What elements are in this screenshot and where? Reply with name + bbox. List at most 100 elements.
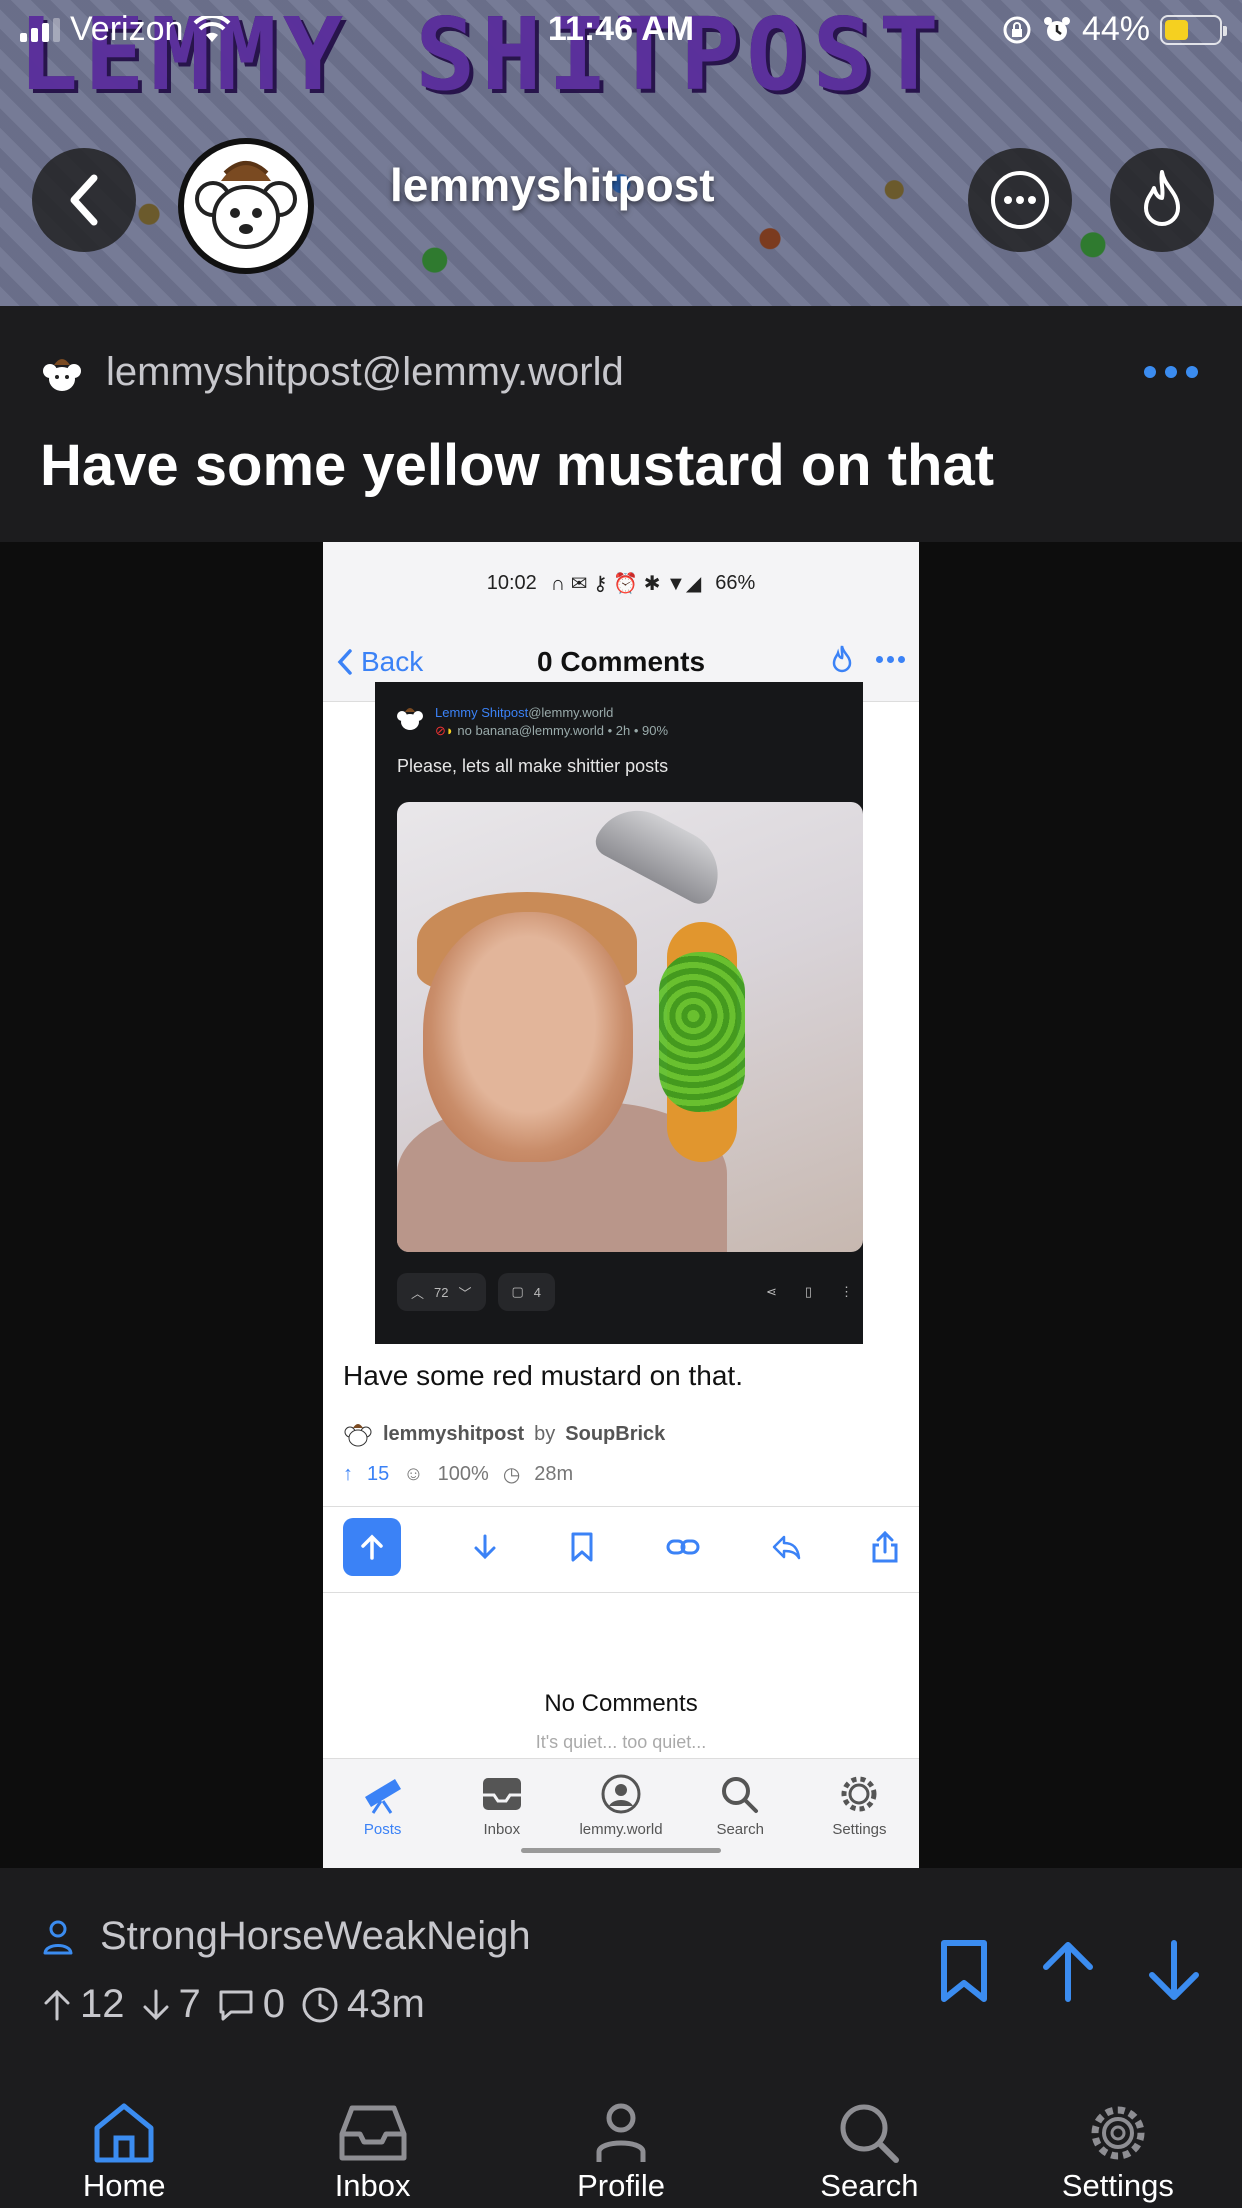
embedded-more-icon bbox=[876, 655, 905, 663]
post-community-name: lemmyshitpost@lemmy.world bbox=[106, 350, 624, 394]
embedded-link-icon bbox=[666, 1539, 700, 1555]
clock-icon bbox=[302, 1987, 338, 2022]
status-bar: Verizon 11:46 AM 44% bbox=[0, 0, 1242, 62]
embedded-byline-user: SoupBrick bbox=[565, 1422, 666, 1445]
upvote-count: 12 bbox=[80, 1982, 125, 2026]
mouse-poop-icon bbox=[195, 161, 297, 249]
ellipsis-circle-icon bbox=[991, 171, 1049, 229]
embedded-share-icon bbox=[872, 1530, 898, 1563]
inner-comments: 4 bbox=[533, 1284, 542, 1300]
inner-post-card: Lemmy Shitpost@lemmy.world ⊘◗ no banana@… bbox=[375, 682, 863, 1344]
embedded-divider-bottom bbox=[323, 1592, 919, 1593]
embedded-arrow-up-icon bbox=[361, 1534, 383, 1560]
comment-stat: 0 bbox=[217, 1982, 285, 2027]
embedded-tab-posts-label: Posts bbox=[363, 1821, 402, 1838]
inner-comment-icon: ▢ bbox=[511, 1284, 524, 1299]
inner-post-meta: Lemmy Shitpost@lemmy.world ⊘◗ no banana@… bbox=[435, 704, 668, 740]
community-info-button[interactable] bbox=[968, 148, 1072, 252]
tab-inbox[interactable]: Inbox bbox=[248, 2066, 496, 2208]
person-icon bbox=[43, 1920, 73, 1954]
embedded-action-row bbox=[343, 1518, 899, 1576]
status-right: 44% bbox=[1002, 10, 1227, 49]
inner-bookmark-icon: ▯ bbox=[804, 1284, 812, 1299]
tab-inbox-label: Inbox bbox=[334, 2168, 411, 2203]
tab-home-label: Home bbox=[82, 2168, 166, 2203]
post-author[interactable]: StrongHorseWeakNeigh bbox=[42, 1914, 531, 1959]
embedded-profile-icon bbox=[601, 1774, 641, 1814]
inner-user: no banana bbox=[457, 723, 519, 738]
inner-post-header: Lemmy Shitpost@lemmy.world ⊘◗ no banana@… bbox=[395, 704, 668, 740]
post-actions bbox=[936, 1938, 1204, 2004]
inner-share-icon: ⋖ bbox=[765, 1284, 777, 1299]
post-community-link[interactable]: lemmyshitpost@lemmy.world bbox=[40, 350, 624, 395]
post-stats: 12 7 0 43m bbox=[42, 1982, 425, 2027]
embedded-inbox-icon bbox=[482, 1778, 521, 1810]
embedded-score: 15 bbox=[367, 1463, 390, 1485]
banana-icon: ◗ bbox=[445, 723, 454, 738]
embedded-status-battery: 66% bbox=[715, 571, 756, 594]
downvote-icon[interactable] bbox=[1144, 1939, 1204, 2003]
post-header: lemmyshitpost@lemmy.world Have some yell… bbox=[0, 306, 1242, 542]
downvote-stat: 7 bbox=[141, 1982, 201, 2027]
post-image-area[interactable]: 10:02 ∩ ✉ ⚷ ⏰ ✱ ▼◢ 66% Back 0 Comments L… bbox=[0, 542, 1242, 1868]
alarm-icon bbox=[1043, 16, 1070, 41]
embedded-tab-posts: Posts bbox=[323, 1759, 442, 1868]
inner-comment-pill: ▢ 4 bbox=[497, 1273, 556, 1311]
tab-home[interactable]: Home bbox=[0, 2066, 248, 2208]
embedded-nav-icons bbox=[830, 644, 905, 674]
embedded-smile-icon: ☺ bbox=[403, 1463, 424, 1485]
face-shape bbox=[423, 912, 633, 1162]
embedded-no-comments: No Comments bbox=[544, 1690, 698, 1717]
inner-user-meta: @lemmy.world • 2h • 90% bbox=[518, 723, 669, 738]
post-more-button[interactable] bbox=[1144, 366, 1198, 378]
battery-fill bbox=[1165, 19, 1188, 40]
embedded-quiet-text: It's quiet... too quiet... bbox=[535, 1732, 707, 1752]
inbox-icon bbox=[339, 2105, 407, 2161]
inner-post-text: Please, lets all make shittier posts bbox=[397, 756, 669, 776]
inner-avatar-icon bbox=[397, 708, 423, 730]
upvote-icon[interactable] bbox=[1038, 1939, 1098, 2003]
upvote-stat: 12 bbox=[42, 1982, 125, 2027]
inner-right-icons: ⋖ ▯ ⋮ bbox=[766, 1284, 853, 1300]
tab-search[interactable]: Search bbox=[745, 2066, 993, 2208]
embedded-tab-settings-label: Settings bbox=[832, 1821, 887, 1838]
tab-settings[interactable]: Settings bbox=[994, 2066, 1242, 2208]
no-entry-icon: ⊘ bbox=[435, 723, 446, 738]
community-avatar bbox=[178, 138, 314, 274]
chevron-left-icon bbox=[70, 174, 98, 226]
embedded-ratio: 100% bbox=[437, 1463, 489, 1485]
back-button[interactable] bbox=[32, 148, 136, 252]
bookmark-icon[interactable] bbox=[936, 1938, 992, 2004]
community-name: lemmyshitpost bbox=[390, 159, 715, 211]
embedded-reply-icon bbox=[772, 1535, 800, 1560]
sort-button[interactable] bbox=[1110, 148, 1214, 252]
embedded-byline-avatar-icon bbox=[344, 1424, 372, 1447]
age-stat: 43m bbox=[301, 1982, 425, 2027]
tab-bar: Home Inbox Profile Search Settings bbox=[0, 2066, 1242, 2208]
comment-icon bbox=[219, 1990, 253, 2020]
home-icon bbox=[94, 2103, 154, 2163]
tab-profile[interactable]: Profile bbox=[497, 2066, 745, 2208]
embedded-byline-community: lemmyshitpost bbox=[383, 1422, 525, 1445]
gear-icon bbox=[1091, 2106, 1145, 2160]
battery-icon bbox=[1160, 14, 1227, 45]
embedded-telescope-icon bbox=[364, 1779, 401, 1814]
inner-post-image bbox=[397, 802, 863, 1252]
downvote-count: 7 bbox=[178, 1982, 201, 2026]
post-title: Have some yellow mustard on that bbox=[40, 433, 995, 498]
inner-instance: @lemmy.world bbox=[528, 705, 614, 720]
embedded-tab-search-label: Search bbox=[716, 1821, 764, 1838]
arrow-down-small-icon bbox=[143, 1989, 168, 2020]
embedded-status-bar: 10:02 ∩ ✉ ⚷ ⏰ ✱ ▼◢ 66% bbox=[323, 542, 919, 624]
embedded-upvote-button bbox=[343, 1518, 401, 1576]
inner-down-icon: ﹀ bbox=[458, 1285, 472, 1301]
embedded-tab-settings: Settings bbox=[800, 1759, 919, 1868]
embedded-status-icons: ∩ ✉ ⚷ ⏰ ✱ ▼◢ bbox=[550, 572, 702, 595]
embedded-tab-inbox-label: Inbox bbox=[483, 1821, 521, 1838]
profile-icon bbox=[596, 2103, 646, 2162]
embedded-flame-icon bbox=[832, 645, 852, 673]
embedded-byline-by: by bbox=[534, 1422, 556, 1445]
inner-more-icon: ⋮ bbox=[840, 1284, 853, 1299]
battery-percent: 44% bbox=[1081, 10, 1150, 48]
embedded-home-indicator bbox=[521, 1848, 721, 1853]
